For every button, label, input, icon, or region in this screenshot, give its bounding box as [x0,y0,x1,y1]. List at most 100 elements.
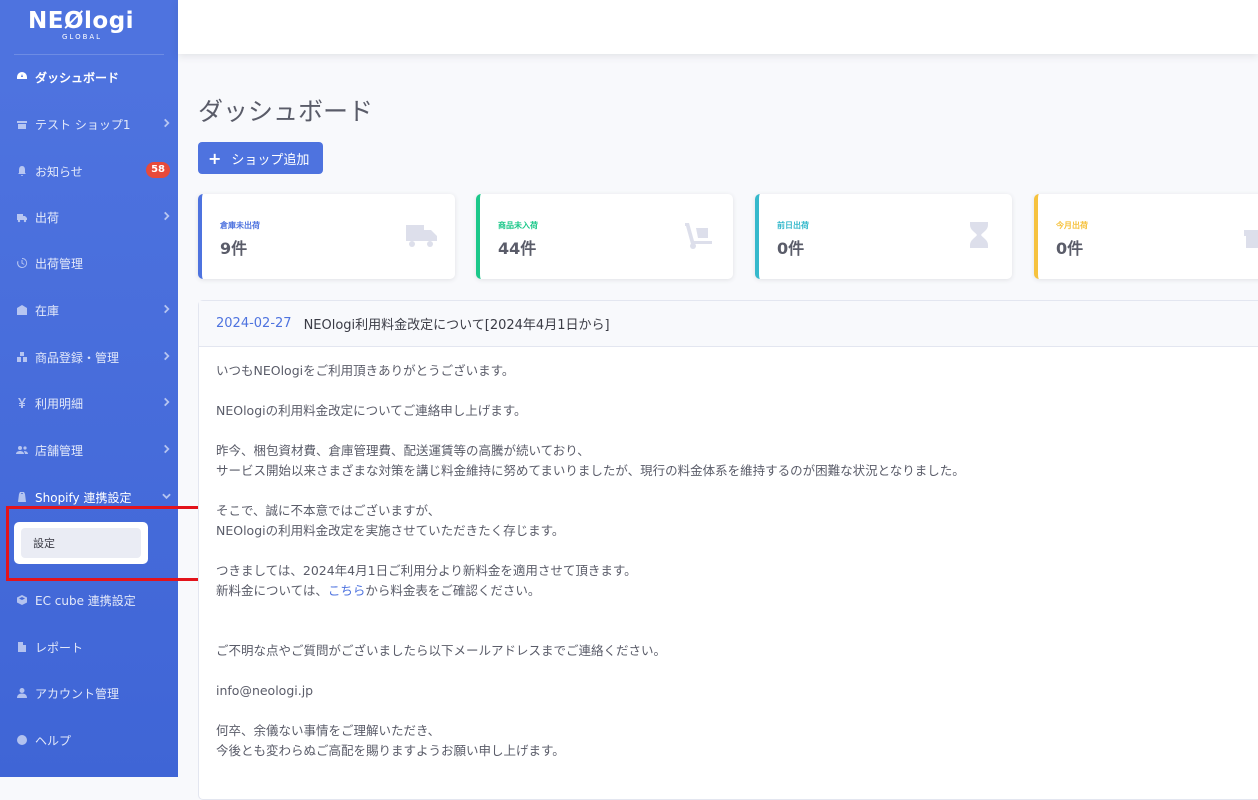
stat-card-value: 9件 [220,239,248,258]
hourglass-icon [962,220,996,250]
notice-line [216,621,965,641]
add-shop-button[interactable]: + ショップ追加 [198,142,323,174]
notice-line: info@neologi.jp [216,683,314,698]
truck-icon [15,210,29,224]
brand-logo[interactable]: NEØlogi GLOBAL [14,0,164,55]
notice-line [216,481,965,501]
link-line-before: 新料金については、 [216,583,328,598]
page-title: ダッシュボード [198,97,374,126]
shopify-icon [15,490,29,504]
sidebar-item-label: レポート [35,640,84,655]
sidebar-item-label: 在庫 [35,303,60,318]
sidebar-item-label: ヘルプ [35,733,72,748]
notice-line [216,661,965,681]
dolly-icon [683,220,717,250]
notification-badge: 58 [146,162,170,178]
cube-icon [15,593,29,607]
dashboard-icon [15,70,29,84]
stat-card-value: 0件 [777,239,805,258]
chevron-right-icon [162,396,170,407]
notice-line [216,381,965,401]
notice-line [216,421,965,441]
sidebar-item-13[interactable]: ヘルプ [0,717,178,763]
sidebar-item-label: テスト ショップ1 [35,117,131,132]
notice-title: NEOlogi利用料金改定について[2024年4月1日から] [303,318,610,333]
notice-line: ご不明な点やご質問がございましたら以下メールアドレスまでご連絡ください。 [216,643,667,658]
stat-card: 商品未入荷 44件 [476,194,733,279]
stat-card-label: 倉庫未出荷 [220,221,260,230]
notice-line: NEOlogiの利用料金改定についてご連絡申し上げます。 [216,403,527,418]
plus-icon: + [208,148,222,168]
sidebar-item-label: 出荷 [35,210,60,225]
notice-line: サービス開始以来さまざまな対策を講じ料金維持に努めてまいりましたが、現行の料金体… [216,463,965,478]
sidebar-item-10[interactable]: EC cube 連携設定 [0,577,178,623]
stat-card: 今月出荷 0件 [1034,194,1258,279]
chevron-right-icon [162,443,170,454]
sidebar-item-label: Shopify 連携設定 [35,490,132,505]
sidebar-item-label: EC cube 連携設定 [35,593,136,608]
notice-line: 何卒、余儀ない事情をご理解いただき、 [216,723,441,738]
chevron-right-icon [162,210,170,221]
sidebar-item-11[interactable]: レポート [0,624,178,670]
notice-header[interactable]: 2024-02-27 NEOlogi利用料金改定について[2024年4月1日から… [199,301,1258,347]
notice-link-line: 新料金については、こちらから料金表をご確認ください。 [216,581,965,601]
chevron-right-icon [162,117,170,128]
chevron-right-icon [162,303,170,314]
notice-panel: 2024-02-27 NEOlogi利用料金改定について[2024年4月1日から… [198,300,1258,800]
notice-line: いつもNEOlogiをご利用頂きありがとうございます。 [216,363,515,378]
sidebar-item-label: 店舗管理 [35,443,84,458]
notice-line [216,601,965,621]
stat-card: 倉庫未出荷 9件 [198,194,455,279]
stat-card-label: 商品未入荷 [498,221,538,230]
sidebar-item-5[interactable]: 在庫 [0,287,178,333]
notice-line: そこで、誠に不本意ではございますが、 [216,503,441,518]
brand-name: NEØlogi [28,8,135,34]
sidebar-item-4[interactable]: 出荷管理 [0,240,178,286]
notice-line [216,701,965,721]
sidebar-item-7[interactable]: 利用明細 [0,380,178,426]
sidebar-item-3[interactable]: 出荷 [0,194,178,240]
sidebar-item-label: ダッシュボード [35,70,120,85]
stat-card-label: 前日出荷 [777,221,809,230]
user-icon [15,686,29,700]
notice-line [216,541,965,561]
brand-sub: GLOBAL [62,33,103,41]
notice-line: つきましては、2024年4月1日ご利用分より新料金を適用させて頂きます。 [216,563,637,578]
sidebar-item-label: 利用明細 [35,396,84,411]
stat-card-value: 0件 [1056,239,1084,258]
sidebar-item-2[interactable]: お知らせ 58 [0,148,178,194]
store-icon [15,117,29,131]
chevron-right-icon [162,350,170,361]
question-icon [15,733,29,747]
truck-icon [405,220,439,250]
history-icon [15,256,29,270]
users-icon [15,443,29,457]
chevron-down-icon [162,490,171,500]
sidebar-item-12[interactable]: アカウント管理 [0,670,178,716]
sidebar-item-label: 出荷管理 [35,256,84,271]
link-line-after: から料金表をご確認ください。 [365,583,541,598]
sidebar-item-1[interactable]: テスト ショップ1 [0,101,178,147]
notice-date: 2024-02-27 [216,316,292,331]
sidebar-item-8[interactable]: 店舗管理 [0,427,178,473]
topbar [178,0,1258,54]
sidebar-item-0[interactable]: ダッシュボード [0,54,178,100]
notice-line: NEOlogiの利用料金改定を実施させていただきたく存じます。 [216,523,565,538]
stat-card: 前日出荷 0件 [755,194,1012,279]
notice-line: 今後とも変わらぬご高配を賜りますようお願い申し上げます。 [216,743,565,758]
price-table-link[interactable]: こちら [328,583,366,598]
highlight-annotation [6,506,222,581]
sidebar-item-label: 商品登録・管理 [35,350,120,365]
sidebar-item-label: アカウント管理 [35,686,120,701]
sidebar-item-label: お知らせ [35,164,83,179]
add-shop-label: ショップ追加 [231,152,310,168]
sidebar-item-6[interactable]: 商品登録・管理 [0,334,178,380]
yen-icon [15,396,29,410]
notice-body: いつもNEOlogiをご利用頂きありがとうございます。 NEOlogiの利用料金改… [216,361,965,761]
gift-icon [1241,220,1258,250]
file-icon [15,640,29,654]
stat-card-label: 今月出荷 [1056,221,1088,230]
stat-card-value: 44件 [498,239,537,258]
bell-icon [15,164,29,178]
boxes-icon [15,350,29,364]
